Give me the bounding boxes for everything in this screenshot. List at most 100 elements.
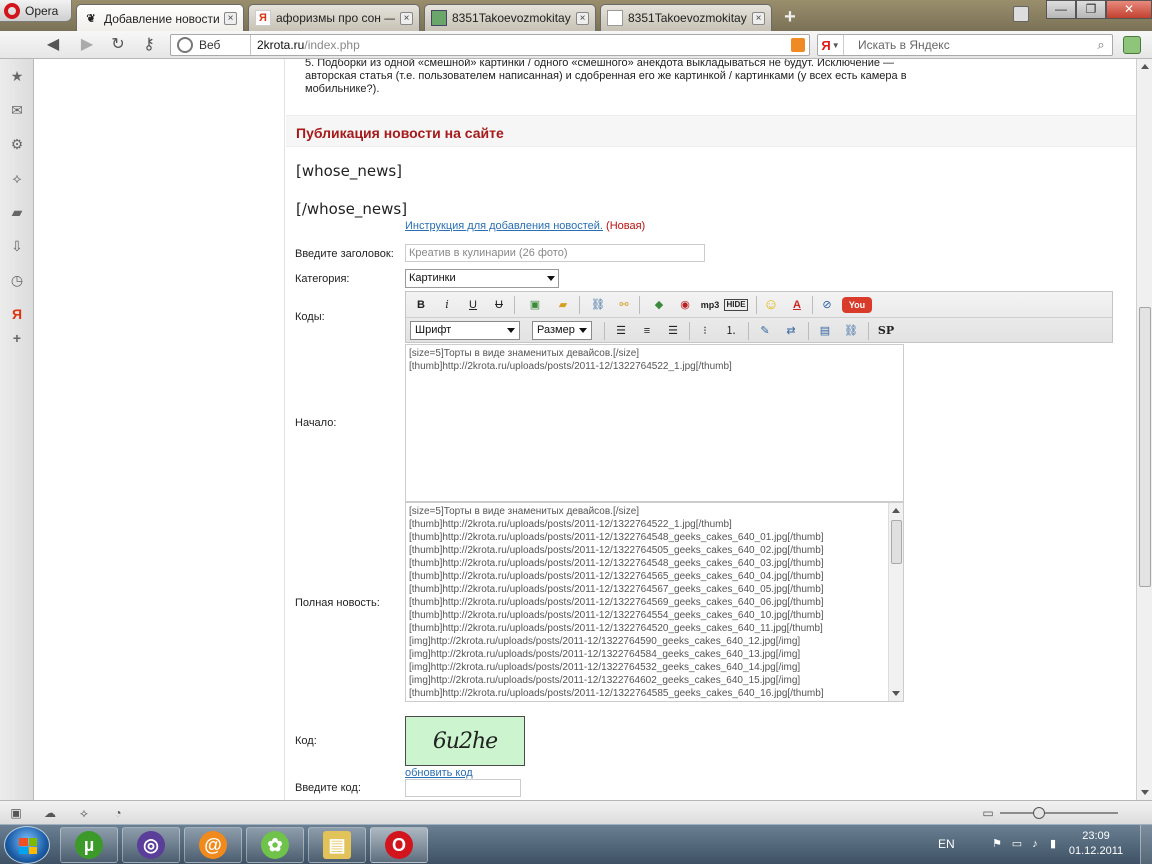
tray-flag-icon[interactable]: ⚑ (990, 837, 1004, 851)
clock[interactable]: 23:09 01.12.2011 (1066, 829, 1126, 859)
language-indicator[interactable]: EN (938, 837, 955, 851)
volume-icon[interactable]: ♪ (1028, 837, 1042, 851)
back-arrow-icon[interactable]: ◀ (42, 35, 64, 55)
start-button[interactable] (4, 826, 50, 864)
upload-folder-icon[interactable]: ▰ (554, 296, 572, 314)
bookmarks-star-icon[interactable]: ★ (8, 67, 26, 85)
zoom-slider[interactable] (1000, 812, 1118, 814)
unite-icon[interactable]: ⟡ (8, 169, 26, 187)
yandex-panel-icon[interactable]: Я (8, 305, 26, 323)
edit-icon[interactable]: ✎ (756, 322, 774, 340)
align-left-icon[interactable]: ☰ (612, 322, 630, 340)
search-box[interactable]: Я ▼ Искать в Яндекс ⌕ (817, 34, 1113, 56)
captcha-code-input[interactable] (405, 779, 521, 797)
captcha-image: 6u2he (405, 716, 525, 766)
strike-button[interactable]: U (490, 296, 508, 314)
turbo-icon[interactable]: ◔ (110, 805, 126, 821)
text-color-icon[interactable]: A (788, 296, 806, 314)
panel-toggle-icon[interactable]: ▣ (8, 805, 24, 821)
view-icon[interactable]: ▭ (980, 805, 996, 821)
unite-icon[interactable]: ⟡ (76, 805, 92, 821)
page-scrollbar[interactable] (1136, 59, 1152, 800)
scroll-up-icon[interactable] (1141, 64, 1149, 69)
align-right-icon[interactable]: ☰ (664, 322, 682, 340)
add-panel-icon[interactable]: + (8, 329, 26, 347)
align-center-icon[interactable]: ≡ (638, 322, 656, 340)
new-tab-button[interactable]: + (781, 7, 799, 27)
tab-add-news[interactable]: ❦ Добавление новости ... × (76, 4, 244, 32)
network-icon[interactable]: ▮ (1046, 837, 1060, 851)
title-input[interactable]: Креатив в кулинарии (26 фото) (405, 244, 705, 262)
close-tab-icon[interactable]: × (224, 12, 237, 25)
tab-aphorisms[interactable]: Я афоризмы про сон —... × (248, 4, 420, 31)
numbered-list-icon[interactable]: ⒈ (722, 322, 740, 340)
cloud-icon[interactable]: ☁ (42, 805, 58, 821)
compass-icon[interactable]: ⊘ (818, 296, 836, 314)
search-input[interactable]: Искать в Яндекс (844, 38, 1090, 52)
textarea-scrollbar[interactable] (888, 503, 903, 701)
instruction-link[interactable]: Инструкция для добавления новостей. (405, 220, 603, 232)
refresh-captcha-link[interactable]: обновить код (405, 767, 473, 779)
address-url[interactable]: 2krota.ru/index.php (251, 38, 360, 52)
taskbar-mail-agent[interactable]: @ (184, 827, 242, 863)
scrollbar-thumb[interactable] (1139, 307, 1151, 587)
reload-icon[interactable]: ↻ (107, 35, 129, 55)
full-story-textarea[interactable]: [size=5]Торты в виде знаменитых девайсов… (405, 502, 904, 702)
taskbar-explorer[interactable]: ▤ (308, 827, 366, 863)
scroll-up-icon[interactable] (892, 508, 900, 513)
tab-image-1[interactable]: 8351Takoevozmokitay-... × (424, 4, 596, 31)
unlink-icon[interactable]: ⚯ (615, 296, 633, 314)
minimize-button[interactable]: — (1046, 0, 1076, 19)
close-tab-icon[interactable]: × (400, 11, 413, 25)
zoom-slider-knob[interactable] (1033, 807, 1045, 819)
font-select[interactable]: Шрифт (410, 321, 520, 340)
scroll-down-icon[interactable] (892, 691, 900, 696)
downloads-icon[interactable] (1123, 36, 1141, 54)
bullet-list-icon[interactable]: ⁝ (696, 322, 714, 340)
show-desktop-button[interactable] (1140, 825, 1152, 864)
close-window-button[interactable]: ✕ (1106, 0, 1152, 19)
mail-icon[interactable]: ✉ (8, 101, 26, 119)
video-icon[interactable]: ◉ (676, 296, 694, 314)
history-clock-icon[interactable]: ◷ (8, 271, 26, 289)
taskbar-opera[interactable]: O (370, 827, 428, 863)
hide-button[interactable]: HIDE (724, 299, 748, 311)
restore-button[interactable]: ❐ (1076, 0, 1106, 19)
taskbar-icq[interactable]: ✿ (246, 827, 304, 863)
smiley-icon[interactable]: ☺ (762, 296, 780, 314)
trash-icon[interactable] (1013, 6, 1029, 22)
category-select[interactable]: Картинки (405, 269, 559, 288)
size-select[interactable]: Размер (532, 321, 592, 340)
scroll-down-icon[interactable] (1141, 790, 1149, 795)
search-icon[interactable]: ⌕ (1090, 37, 1112, 53)
close-tab-icon[interactable]: × (752, 11, 765, 25)
close-tab-icon[interactable]: × (576, 11, 589, 25)
transfers-icon[interactable]: ⇩ (8, 237, 26, 255)
address-bar[interactable]: Веб 2krota.ru/index.php (170, 34, 810, 56)
leech-link-icon[interactable]: ⛓ (842, 322, 860, 340)
taskbar-bittorrent[interactable]: ◎ (122, 827, 180, 863)
replace-icon[interactable]: ⇄ (782, 322, 800, 340)
action-center-icon[interactable]: ▭ (1010, 837, 1024, 851)
rss-icon[interactable] (791, 38, 805, 52)
page-break-icon[interactable]: ▤ (816, 322, 834, 340)
opera-menu-button[interactable]: Opera (0, 0, 72, 22)
flash-icon[interactable]: ◆ (650, 296, 668, 314)
underline-button[interactable]: U (464, 296, 482, 314)
italic-button[interactable]: i (438, 296, 456, 314)
key-icon[interactable]: ⚷ (138, 35, 160, 55)
search-engine-selector[interactable]: Я ▼ (818, 35, 844, 55)
insert-image-icon[interactable]: ▣ (526, 296, 544, 314)
youtube-icon[interactable]: You (842, 297, 872, 313)
spoiler-button[interactable]: SP (874, 322, 898, 340)
short-story-textarea[interactable]: [size=5]Торты в виде знаменитых девайсов… (405, 344, 904, 502)
notes-icon[interactable]: ▰ (8, 203, 26, 221)
link-icon[interactable]: ⛓ (589, 296, 607, 314)
bold-button[interactable]: B (412, 296, 430, 314)
mp3-button[interactable]: mp3 (698, 296, 722, 314)
taskbar-utorrent[interactable]: µ (60, 827, 118, 863)
forward-arrow-icon[interactable]: ▶ (76, 35, 98, 55)
gear-icon[interactable]: ⚙ (8, 135, 26, 153)
tab-image-2[interactable]: 8351Takoevozmokitay-... × (600, 4, 772, 31)
scrollbar-thumb[interactable] (891, 520, 902, 564)
